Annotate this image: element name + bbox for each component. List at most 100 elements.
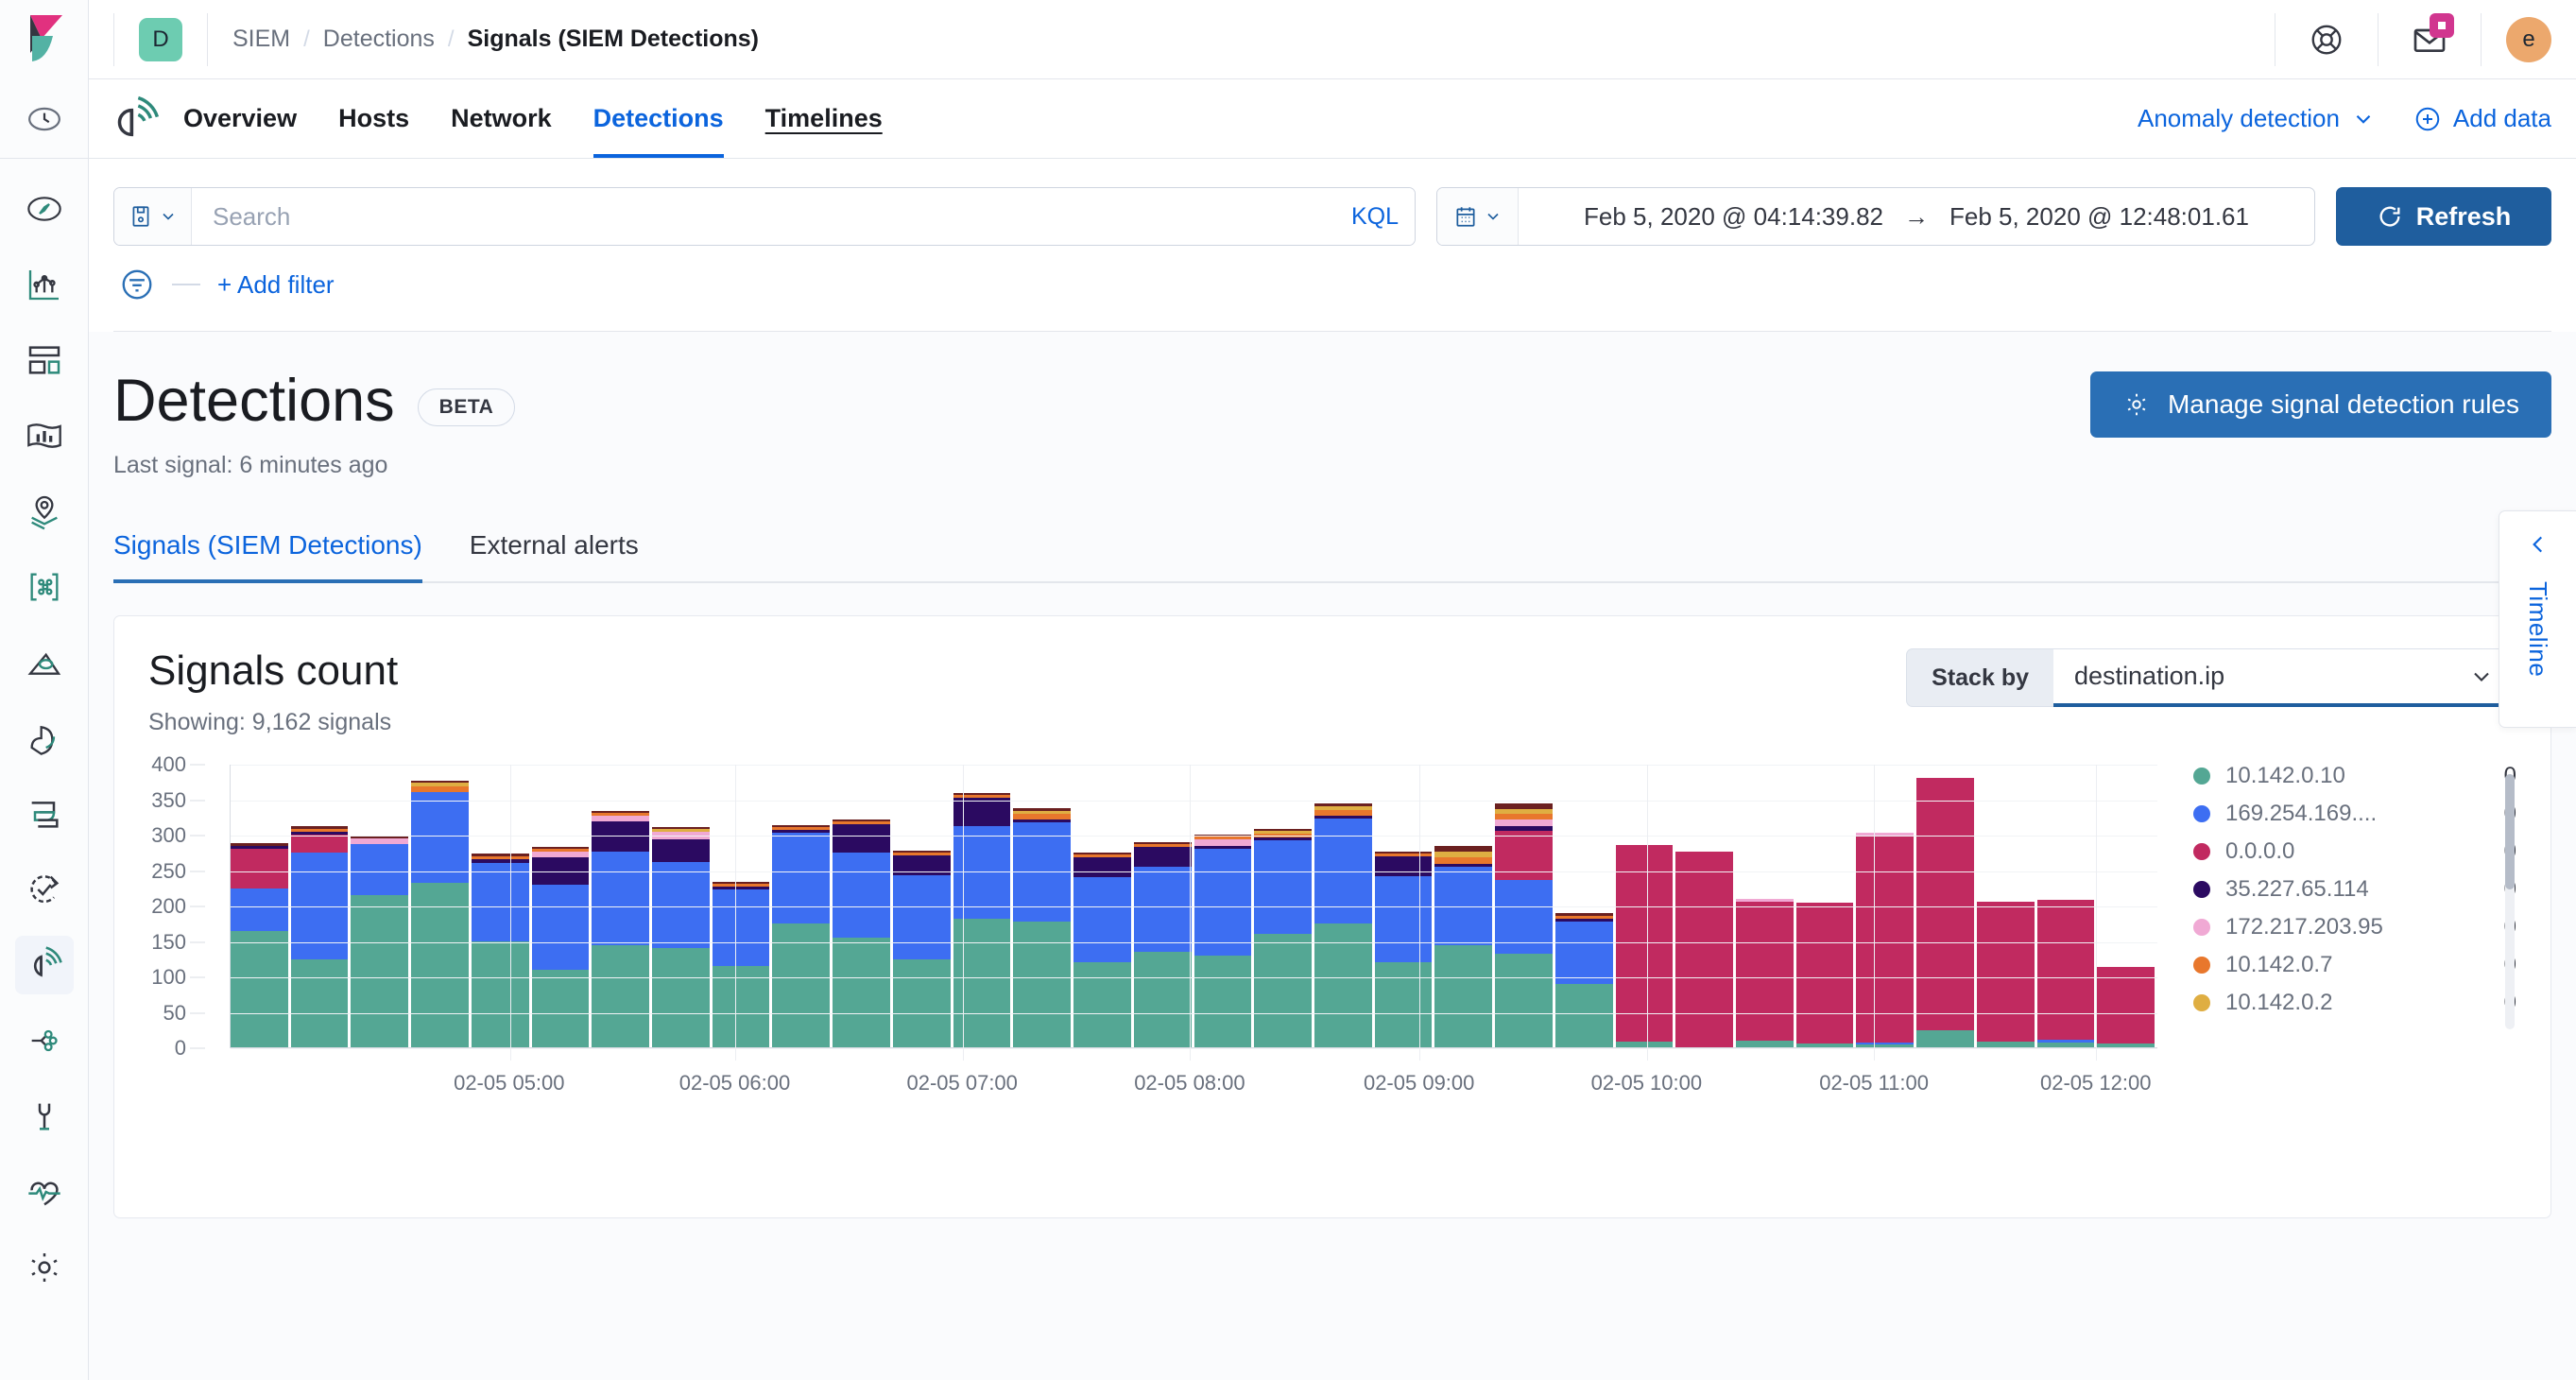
chart-bar-segment[interactable] [1134, 847, 1192, 867]
chart-bar-segment[interactable] [1555, 984, 1613, 1048]
sidebar-item-canvas[interactable] [15, 406, 74, 465]
chart-bar-segment[interactable] [1916, 1030, 1974, 1047]
chart-bar-segment[interactable] [1073, 877, 1131, 962]
chart-bar-segment[interactable] [1013, 922, 1071, 1048]
chart-bar-segment[interactable] [1375, 962, 1433, 1047]
space-avatar[interactable]: D [139, 18, 182, 61]
sidebar-item-infrastructure[interactable] [15, 633, 74, 692]
saved-query-button[interactable] [114, 188, 192, 245]
chart-bar-segment[interactable] [1375, 856, 1433, 876]
chart-bar-segment[interactable] [1796, 903, 1854, 1044]
chart-bar-segment[interactable] [1796, 1044, 1854, 1048]
legend-scrollbar[interactable] [2505, 774, 2515, 1029]
chart-bar-segment[interactable] [652, 948, 710, 1047]
chart-bar-segment[interactable] [351, 895, 408, 1047]
sidebar-item-dev-tools[interactable] [15, 1011, 74, 1070]
chart-bar-segment[interactable] [1856, 836, 1914, 1043]
chart-bar-segment[interactable] [1977, 1042, 2035, 1047]
legend-item[interactable]: 10.142.0.20 [2193, 984, 2516, 1022]
chart-bar-segment[interactable] [1134, 867, 1192, 952]
chart-bar-segment[interactable] [893, 855, 951, 875]
breadcrumb-siem[interactable]: SIEM [232, 26, 290, 53]
legend-item[interactable]: 169.254.169....0 [2193, 795, 2516, 833]
chart-bar-segment[interactable] [893, 875, 951, 959]
sidebar-item-logs[interactable] [15, 709, 74, 768]
chart-bar-segment[interactable] [231, 888, 288, 931]
chart-bar-segment[interactable] [953, 826, 1011, 919]
sidebar-item-apm[interactable] [15, 785, 74, 843]
chart-bar-segment[interactable] [1495, 831, 1553, 881]
nav-tab-network[interactable]: Network [451, 79, 552, 158]
add-filter-button[interactable]: + Add filter [217, 270, 335, 300]
chart-bar-segment[interactable] [592, 852, 649, 945]
sidebar-item-maps[interactable] [15, 482, 74, 541]
sidebar-item-visualize[interactable] [15, 255, 74, 314]
legend-item[interactable]: 10.142.0.100 [2193, 757, 2516, 795]
chart-bar-segment[interactable] [1194, 849, 1252, 956]
chart-bar-segment[interactable] [953, 919, 1011, 1048]
timeline-flyout-button[interactable]: Timeline [2499, 510, 2576, 728]
chart-bar-segment[interactable] [1736, 902, 1794, 1041]
chart-bar-segment[interactable] [592, 945, 649, 1048]
sidebar-item-siem[interactable] [15, 936, 74, 994]
sidebar-item-machine-learning[interactable] [15, 558, 74, 616]
chart-bar-segment[interactable] [1916, 778, 1974, 1030]
date-quick-select-button[interactable] [1437, 188, 1519, 245]
date-start[interactable]: Feb 5, 2020 @ 04:14:39.82 [1584, 202, 1883, 232]
stack-by-select[interactable]: destination.ip [2053, 648, 2516, 707]
chart-bar-segment[interactable] [231, 849, 288, 888]
chart-bar-segment[interactable] [231, 931, 288, 1048]
chart-bar-segment[interactable] [833, 853, 890, 938]
refresh-button[interactable]: Refresh [2336, 187, 2551, 246]
chart-bar-segment[interactable] [1495, 954, 1553, 1047]
add-data-button[interactable]: Add data [2413, 104, 2551, 133]
chart-bar-segment[interactable] [1254, 934, 1312, 1047]
legend-item[interactable]: 35.227.65.1140 [2193, 871, 2516, 908]
legend-item[interactable]: 10.142.0.70 [2193, 946, 2516, 984]
chart-bar-segment[interactable] [1073, 857, 1131, 877]
chart-bar-segment[interactable] [833, 824, 890, 853]
chart-bar-segment[interactable] [1194, 839, 1252, 847]
sidebar-item-management-wrench[interactable] [15, 1087, 74, 1146]
elastic-logo[interactable] [0, 0, 88, 79]
chart-bar-segment[interactable] [1073, 962, 1131, 1047]
chart-bar-segment[interactable] [1194, 956, 1252, 1048]
chart-bar-segment[interactable] [1375, 876, 1433, 963]
chart-bar-segment[interactable] [1675, 852, 1733, 1047]
sidebar-item-uptime[interactable] [15, 860, 74, 919]
chart-bar-segment[interactable] [291, 959, 349, 1048]
chart-bar-segment[interactable] [1616, 1042, 1674, 1047]
chart-bar-segment[interactable] [411, 883, 469, 1047]
help-lifering-icon[interactable] [2300, 13, 2353, 66]
breadcrumb-detections[interactable]: Detections [323, 26, 435, 53]
chart-bar-segment[interactable] [1254, 840, 1312, 934]
query-language-button[interactable]: KQL [1335, 188, 1415, 245]
mail-news-icon[interactable] [2403, 13, 2456, 66]
date-range-display[interactable]: Feb 5, 2020 @ 04:14:39.82 → Feb 5, 2020 … [1519, 188, 2314, 245]
chart-bar-segment[interactable] [411, 792, 469, 883]
chart-bar-segment[interactable] [1434, 945, 1492, 1048]
chart-bar-segment[interactable] [1434, 857, 1492, 865]
chart-bar-segment[interactable] [1495, 819, 1553, 827]
chart-bar-segment[interactable] [472, 863, 529, 941]
tab-external-alerts[interactable]: External alerts [470, 530, 639, 581]
nav-tab-detections[interactable]: Detections [593, 79, 724, 158]
chart-bar-segment[interactable] [532, 970, 590, 1048]
legend-item[interactable]: 0.0.0.00 [2193, 833, 2516, 871]
chart-bar-segment[interactable] [1856, 1044, 1914, 1048]
chart-bar-segment[interactable] [652, 862, 710, 949]
sidebar-item-dashboard[interactable] [15, 331, 74, 389]
sidebar-item-recently-viewed[interactable] [0, 79, 88, 159]
chart-bar-segment[interactable] [893, 959, 951, 1048]
chart-bar-segment[interactable] [291, 835, 349, 853]
tab-signals-siem-detections[interactable]: Signals (SIEM Detections) [113, 530, 422, 581]
chart-bar-segment[interactable] [1977, 902, 2035, 1043]
chart-bar-segment[interactable] [833, 938, 890, 1047]
chart-bar-segment[interactable] [2037, 1043, 2095, 1047]
chart-bar-segment[interactable] [953, 798, 1011, 826]
chart-bar-segment[interactable] [2097, 1044, 2155, 1048]
legend-scrollbar-thumb[interactable] [2505, 774, 2515, 889]
chart-bar-segment[interactable] [652, 839, 710, 862]
avatar[interactable]: e [2506, 17, 2551, 62]
chart-bar-segment[interactable] [2037, 900, 2095, 1041]
